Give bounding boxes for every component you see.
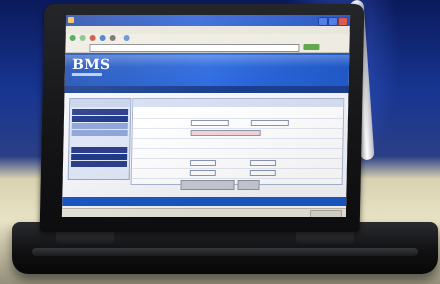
nav-item[interactable] — [71, 123, 128, 129]
nav-item[interactable] — [70, 161, 128, 167]
forward-icon[interactable] — [79, 35, 86, 41]
site-subheader — [64, 86, 349, 93]
nav-item[interactable] — [72, 109, 129, 115]
select-field[interactable] — [190, 120, 229, 126]
submit-button[interactable] — [180, 180, 235, 190]
nav-item[interactable] — [71, 154, 128, 160]
browser-statusbar — [61, 208, 347, 217]
logo-underline — [71, 73, 102, 76]
back-icon[interactable] — [69, 35, 76, 41]
site-header: BMS — [64, 53, 350, 86]
refresh-icon[interactable] — [99, 35, 106, 41]
close-button[interactable] — [337, 17, 349, 26]
search-icon[interactable] — [123, 35, 130, 41]
left-navigation — [67, 98, 132, 180]
form-row — [131, 168, 342, 179]
menu-bar — [65, 26, 350, 34]
select-field[interactable] — [189, 160, 217, 166]
nav-item[interactable] — [71, 116, 128, 122]
maximize-button[interactable] — [327, 17, 339, 26]
address-input[interactable] — [89, 44, 300, 52]
site-footer — [62, 197, 347, 206]
browser-app-icon — [67, 17, 75, 23]
form-title — [133, 99, 344, 107]
form-panel — [130, 98, 345, 185]
address-bar — [65, 43, 350, 53]
reset-button[interactable] — [237, 180, 260, 190]
browser-titlebar — [65, 15, 351, 26]
photo-scene: BMS — [0, 0, 440, 284]
nav-item[interactable] — [71, 147, 128, 153]
home-icon[interactable] — [109, 35, 116, 41]
select-field[interactable] — [249, 160, 277, 166]
stop-icon[interactable] — [89, 35, 96, 41]
select-field[interactable] — [189, 170, 216, 176]
nav-title — [70, 99, 131, 107]
laptop-front-edge — [32, 248, 418, 256]
select-field[interactable] — [249, 170, 276, 176]
site-logo: BMS — [71, 57, 111, 73]
go-button[interactable] — [303, 44, 320, 50]
minimize-button[interactable] — [317, 17, 329, 26]
laptop-screen: BMS — [61, 15, 351, 217]
select-field[interactable] — [190, 130, 261, 136]
web-page: BMS — [61, 53, 350, 217]
select-field[interactable] — [250, 120, 289, 126]
nav-item[interactable] — [71, 130, 128, 136]
status-zone — [309, 210, 343, 217]
